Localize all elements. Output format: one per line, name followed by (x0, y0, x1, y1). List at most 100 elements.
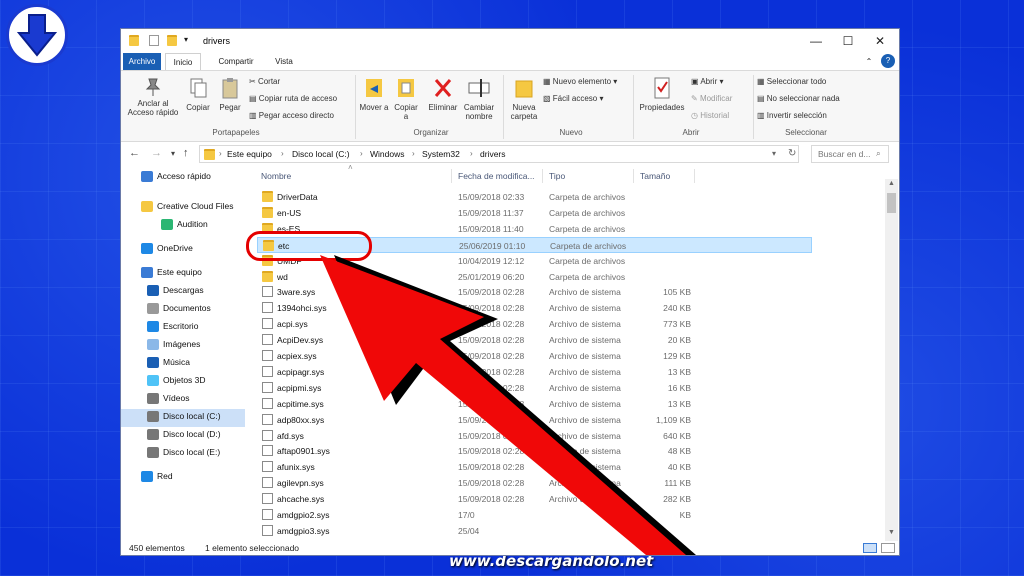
cut-button[interactable]: ✂ Cortar (249, 77, 280, 86)
table-row[interactable]: DriverData 15/09/2018 02:33 Carpeta de arc… (257, 189, 812, 205)
file-icon (262, 286, 273, 298)
copy-path-button[interactable]: ▤ Copiar ruta de acceso (249, 94, 337, 103)
chevron-up-icon[interactable]: ⌃ (863, 53, 875, 70)
file-icon (262, 350, 273, 361)
selection-count: 1 elemento seleccionado (205, 543, 300, 553)
breadcrumb-system32[interactable]: System32 (422, 149, 460, 159)
details-view-icon[interactable] (863, 543, 877, 553)
file-icon (262, 524, 273, 536)
sidebar-item[interactable]: Disco local (C:) (121, 409, 245, 427)
sort-up-icon: ˄ (348, 165, 353, 172)
tab-compartir[interactable]: Compartir (213, 53, 259, 70)
pin-label: Anclar al Acceso rápido (127, 99, 179, 117)
properties-button[interactable]: Propiedades (637, 75, 687, 112)
help-button[interactable]: ? (881, 54, 895, 68)
column-separator (451, 169, 452, 183)
paste-shortcut-button[interactable]: ▥ Pegar acceso directo (249, 111, 334, 120)
clipboard-icon (222, 78, 238, 99)
new-folder-button[interactable]: Nueva carpeta (507, 75, 541, 121)
chevron-down-icon[interactable]: ▾ (772, 149, 776, 158)
breadcrumb-drivers[interactable]: drivers (480, 149, 506, 159)
tab-inicio[interactable]: Inicio (165, 53, 201, 70)
pin-quick-access-button[interactable]: Anclar al Acceso rápido (125, 77, 181, 117)
close-button[interactable]: ✕ (865, 32, 895, 50)
properties-icon (654, 77, 670, 99)
drive-icon (147, 447, 159, 458)
back-arrow-icon[interactable]: ← (129, 147, 140, 159)
folder-icon (204, 149, 215, 160)
address-bar[interactable]: › Este equipo › Disco local (C:) › Windo… (199, 145, 799, 163)
address-row: ← → ▾ ↑ › Este equipo › Disco local (C:)… (121, 143, 899, 165)
refresh-icon[interactable]: ↻ (788, 148, 796, 159)
column-separator (633, 169, 634, 183)
edit-button[interactable]: ✎ Modificar (691, 94, 732, 103)
maximize-button[interactable]: ☐ (833, 32, 863, 50)
tab-archivo[interactable]: Archivo (123, 53, 161, 70)
scroll-down-icon[interactable]: ▼ (888, 529, 895, 536)
new-item-button[interactable]: ▦ Nuevo elemento ▾ (543, 77, 617, 86)
table-row[interactable]: en-US 15/09/2018 11:37 Carpeta de archivos (257, 205, 812, 221)
search-icon: ⌕ (876, 148, 881, 158)
vertical-scrollbar[interactable]: ▲ ▼ (885, 179, 898, 541)
folder-icon (129, 35, 139, 46)
sidebar-item-label: Descargas (163, 285, 204, 295)
up-arrow-icon[interactable]: ↑ (183, 147, 189, 159)
properties-icon[interactable] (149, 35, 159, 46)
scroll-up-icon[interactable]: ▲ (888, 180, 895, 187)
chevron-down-icon[interactable]: ▾ (171, 149, 175, 158)
cell-name: wd (277, 271, 288, 282)
paste-button[interactable]: Pegar (215, 77, 245, 112)
cell-date: 15/09/2018 11:40 (458, 223, 524, 234)
file-icon (262, 477, 273, 489)
large-icons-view-icon[interactable] (881, 543, 895, 553)
breadcrumb-separator: › (360, 149, 363, 158)
search-input[interactable]: Buscar en d... ⌕ (811, 145, 889, 163)
drive-icon (147, 411, 159, 422)
select-all-button[interactable]: ▦ Seleccionar todo (757, 77, 826, 86)
breadcrumb-este-equipo[interactable]: Este equipo (227, 149, 272, 159)
scrollbar-thumb[interactable] (887, 193, 896, 213)
cell-type: Carpeta de archivos (549, 192, 626, 202)
forward-arrow-icon[interactable]: → (151, 147, 162, 159)
breadcrumb-separator: › (281, 149, 284, 158)
cloud-icon (141, 243, 153, 254)
cell-name: en-US (277, 207, 302, 218)
tab-vista[interactable]: Vista (269, 53, 299, 70)
history-button[interactable]: ◷ Historial (691, 111, 729, 120)
move-to-button[interactable]: Mover a (359, 75, 389, 112)
column-header-type[interactable]: Tipo (549, 171, 565, 181)
move-icon (366, 79, 382, 97)
breadcrumb-disco-c[interactable]: Disco local (C:) (292, 149, 350, 159)
group-label-portapapeles: Portapapeles (212, 128, 260, 137)
column-header-size[interactable]: Tamaño (640, 171, 670, 181)
item-count: 450 elementos (129, 543, 185, 553)
open-label: Abrir (700, 77, 718, 86)
select-all-label: Seleccionar todo (766, 77, 827, 86)
easy-access-button[interactable]: ▧ Fácil acceso ▾ (543, 94, 604, 103)
separator (355, 75, 356, 139)
open-button[interactable]: ▣ Abrir ▾ (691, 77, 723, 86)
chevron-down-icon[interactable]: ▾ (184, 35, 194, 46)
cell-type: Carpeta de archivos (549, 207, 626, 218)
copy-icon (190, 78, 207, 98)
file-icon (262, 334, 273, 346)
new-folder-icon[interactable] (167, 35, 177, 46)
select-none-button[interactable]: ▤ No seleccionar nada (757, 94, 840, 103)
drive-icon (147, 429, 159, 440)
column-header-name[interactable]: Nombre (261, 171, 291, 181)
group-label-nuevo: Nuevo (559, 128, 583, 137)
ribbon-tabs: Archivo Inicio Compartir Vista ⌃ ? (121, 53, 899, 70)
invert-selection-label: Invertir selección (766, 111, 827, 120)
delete-button[interactable]: Eliminar (427, 75, 459, 112)
new-item-label: Nuevo elemento (552, 77, 612, 86)
copy-to-button[interactable]: Copiar a (391, 75, 421, 121)
folder-icon (262, 206, 273, 218)
minimize-button[interactable]: — (801, 32, 831, 50)
rename-button[interactable]: Cambiar nombre (461, 75, 497, 121)
move-label: Mover a (359, 103, 389, 112)
column-header-date[interactable]: Fecha de modifica... (458, 171, 535, 181)
copy-button[interactable]: Copiar (183, 77, 213, 112)
breadcrumb-windows[interactable]: Windows (370, 149, 404, 159)
invert-selection-button[interactable]: ▥ Invertir selección (757, 111, 827, 120)
copy-to-icon (398, 79, 414, 97)
